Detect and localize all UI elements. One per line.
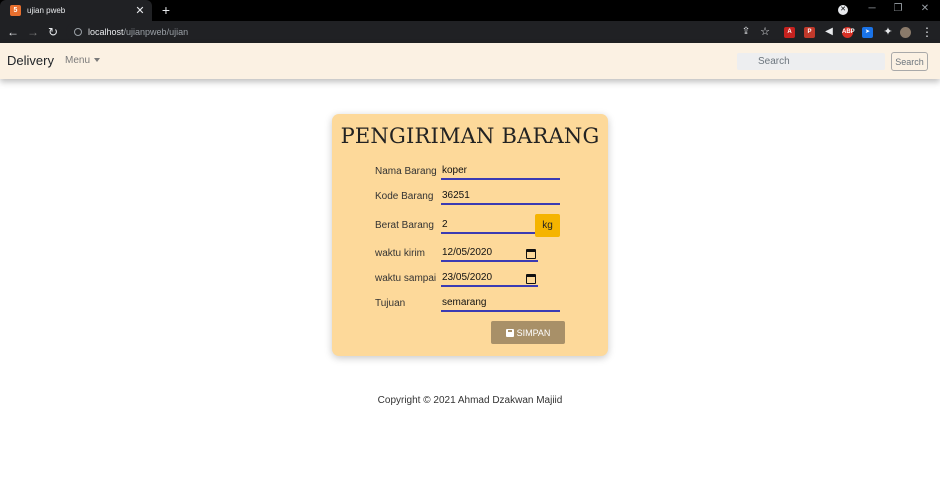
reload-icon[interactable]: ↻: [45, 24, 61, 40]
pocket-extension-icon[interactable]: P: [804, 27, 815, 38]
simpan-button[interactable]: SIMPAN: [491, 321, 565, 344]
minimize-icon[interactable]: ─: [862, 3, 882, 14]
kode-barang-label: Kode Barang: [375, 191, 434, 202]
window-close-icon[interactable]: ✕: [915, 3, 935, 14]
share-icon[interactable]: ⇪: [738, 24, 754, 40]
site-navbar: Delivery Menu Search: [0, 43, 940, 79]
menu-dropdown[interactable]: Menu: [65, 55, 101, 66]
pdf-extension-icon[interactable]: A: [784, 27, 795, 38]
browser-menu-icon[interactable]: ⋮: [919, 24, 935, 40]
search-button[interactable]: Search: [891, 52, 928, 71]
nama-barang-input[interactable]: [441, 162, 560, 180]
url-host: localhost: [88, 27, 124, 37]
media-control-icon[interactable]: ✕: [838, 5, 848, 15]
url-path: /ujianpweb/ujian: [123, 27, 189, 37]
berat-barang-label: Berat Barang: [375, 220, 434, 231]
speaker-icon[interactable]: ◀: [821, 24, 837, 40]
kode-barang-input[interactable]: [441, 187, 560, 205]
shipment-form-card: PENGIRIMAN BARANG Nama Barang Kode Baran…: [332, 114, 608, 356]
tujuan-label: Tujuan: [375, 298, 406, 309]
extensions-puzzle-icon[interactable]: ✦: [880, 24, 896, 40]
footer-copyright: Copyright © 2021 Ahmad Dzakwan Majiid: [377, 395, 563, 406]
profile-avatar-icon[interactable]: [900, 27, 911, 38]
search-input[interactable]: [737, 53, 885, 70]
form-title: PENGIRIMAN BARANG: [340, 124, 600, 148]
simpan-label: SIMPAN: [516, 327, 551, 338]
caret-down-icon: [94, 58, 101, 63]
waktu-kirim-label: waktu kirim: [375, 248, 426, 259]
menu-label: Menu: [65, 55, 91, 66]
forward-icon[interactable]: →: [25, 24, 41, 40]
berat-barang-input[interactable]: [441, 216, 535, 234]
back-icon[interactable]: ←: [5, 24, 21, 40]
browser-toolbar: ← → ↻ localhost /ujianpweb/ujian ⇪ ☆ A P…: [0, 21, 940, 43]
calendar-icon[interactable]: [526, 274, 536, 284]
maximize-icon[interactable]: ❐: [888, 3, 908, 14]
browser-tab[interactable]: 5 ujian pweb ✕: [0, 0, 152, 21]
bookmark-star-icon[interactable]: ☆: [757, 24, 773, 40]
calendar-icon[interactable]: [526, 249, 536, 259]
waktu-sampai-date-input[interactable]: [441, 269, 538, 287]
browser-tab-bar: 5 ujian pweb ✕ + ✕ ─ ❐ ✕: [0, 0, 940, 21]
tujuan-input[interactable]: [441, 294, 560, 312]
nama-barang-label: Nama Barang: [375, 166, 437, 177]
close-icon[interactable]: ✕: [132, 4, 148, 17]
site-info-icon[interactable]: [74, 28, 82, 36]
navbar-brand[interactable]: Delivery: [7, 53, 54, 68]
new-tab-icon[interactable]: +: [158, 2, 174, 18]
cursor-extension-icon[interactable]: ➤: [862, 27, 873, 38]
html-file-icon: 5: [10, 5, 21, 16]
adblock-extension-icon[interactable]: ABP: [842, 27, 855, 38]
weight-unit-badge: kg: [535, 214, 560, 237]
waktu-sampai-label: waktu sampai: [375, 273, 437, 284]
tab-title: ujian pweb: [27, 6, 66, 15]
waktu-kirim-date-input[interactable]: [441, 244, 538, 262]
floppy-disk-icon: [505, 328, 514, 337]
